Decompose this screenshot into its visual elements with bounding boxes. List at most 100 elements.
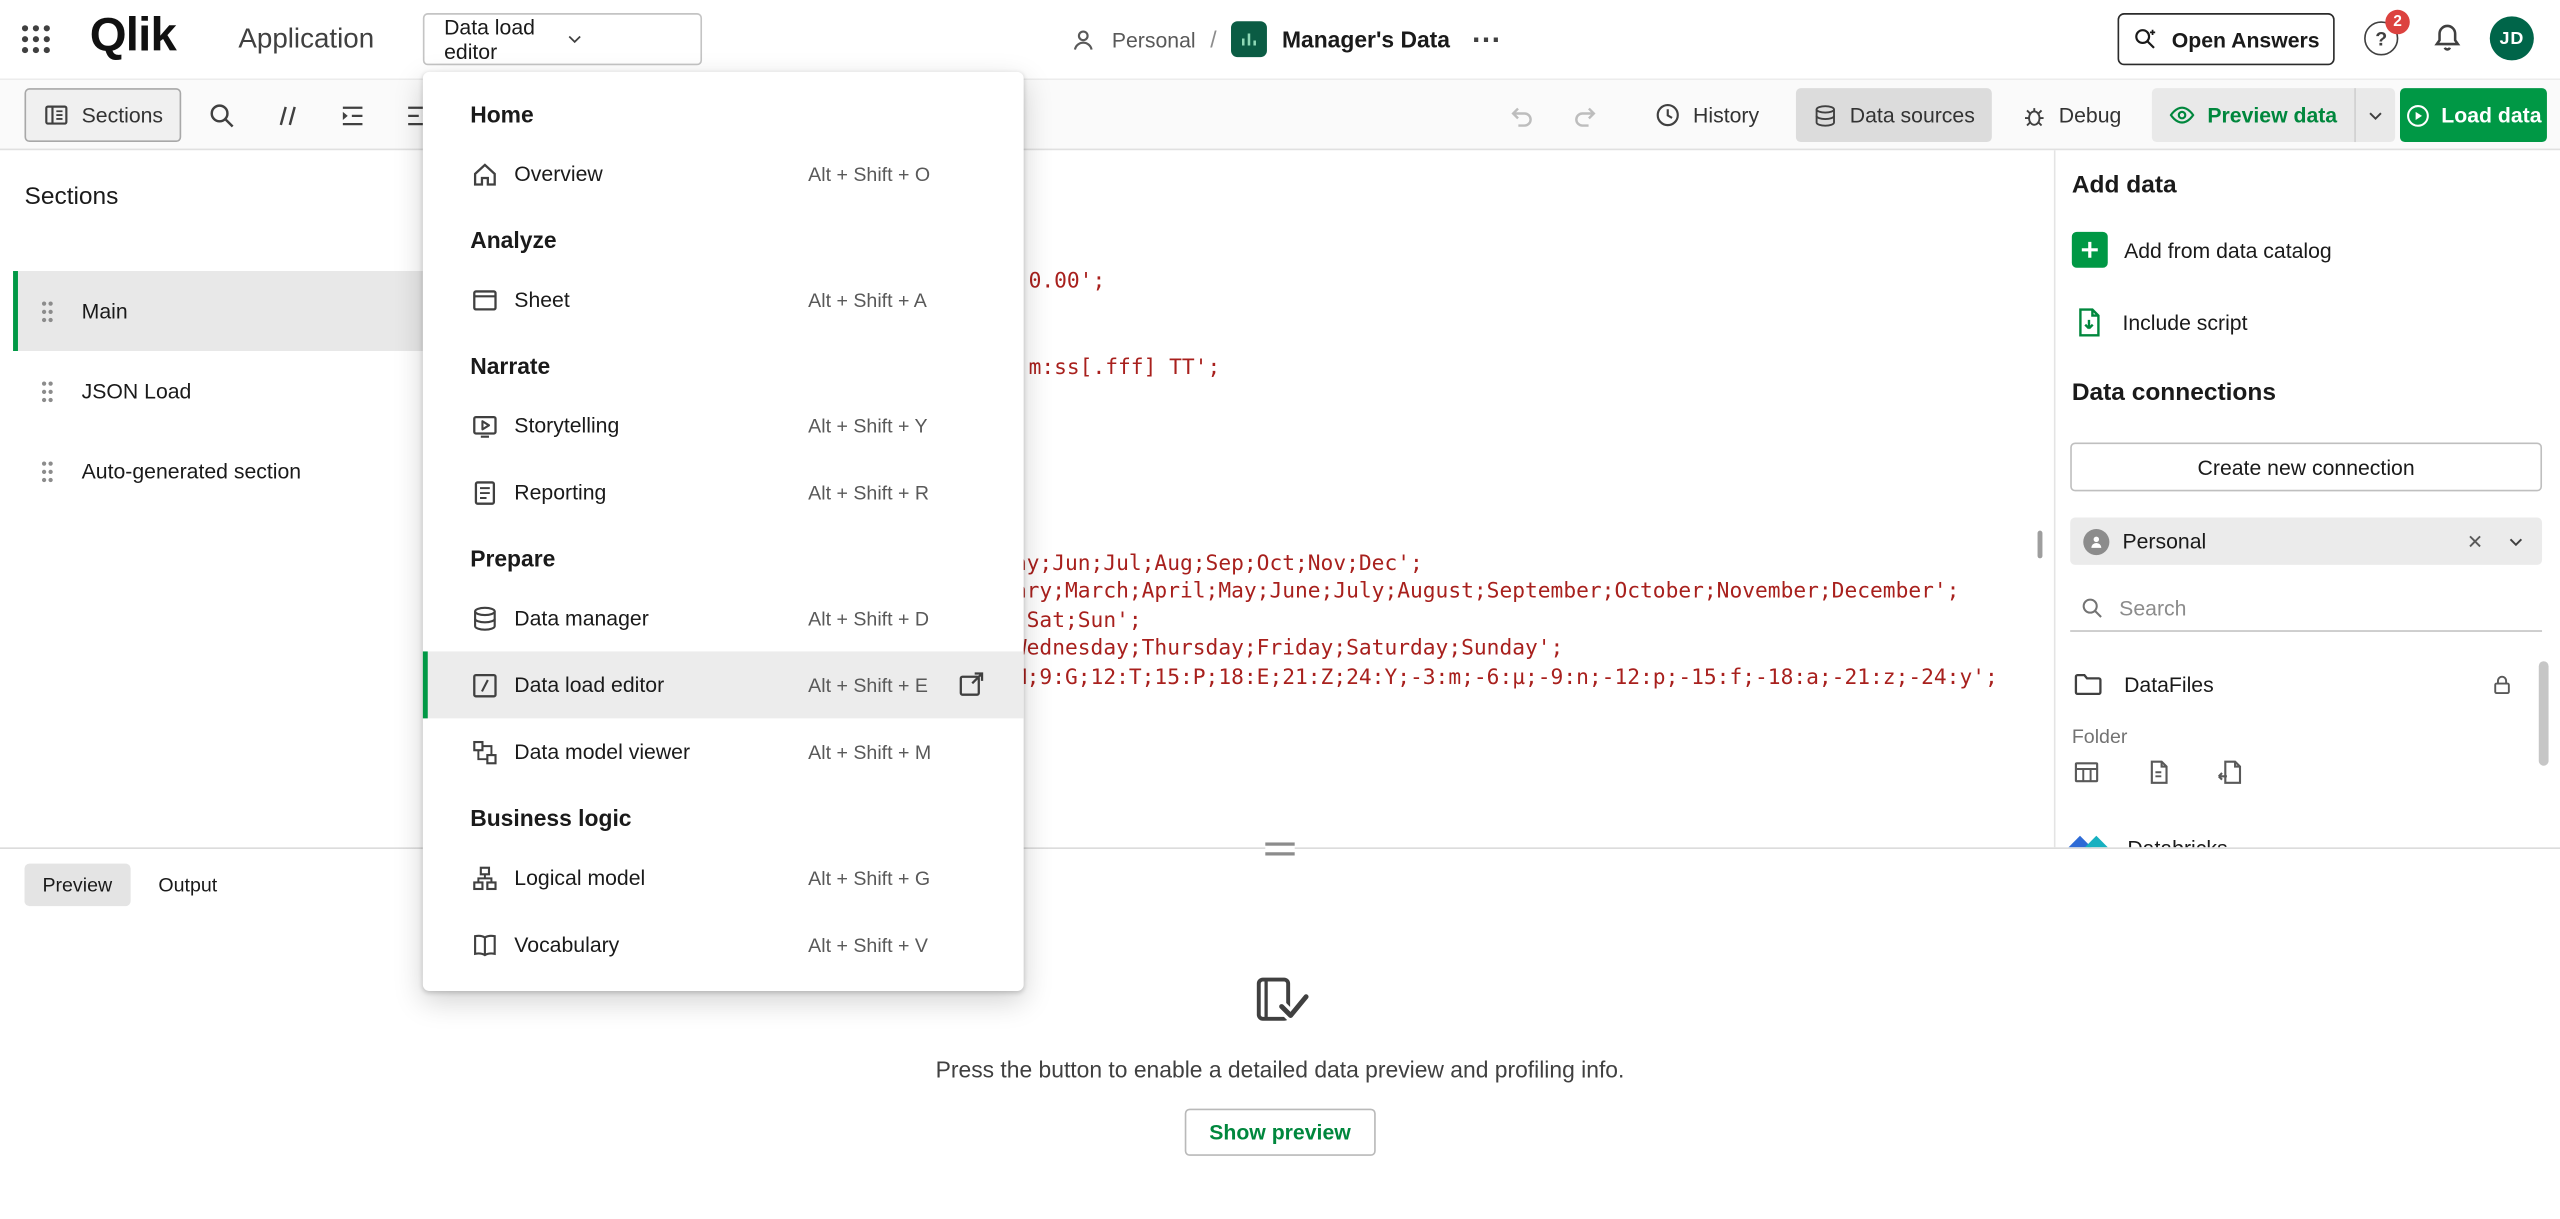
menu-item-data-model-viewer[interactable]: Data model viewer Alt + Shift + M (423, 718, 1024, 785)
top-bar: Qlik Application Data load editor Person… (0, 0, 2560, 78)
open-answers-label: Open Answers (2172, 27, 2320, 51)
menu-item-storytelling[interactable]: Storytelling Alt + Shift + Y (423, 392, 1024, 459)
code-line: ;Sat;Sun'; (1014, 607, 1142, 635)
person-circle-icon (2083, 528, 2109, 554)
create-connection-button[interactable]: Create new connection (2070, 442, 2542, 491)
add-from-catalog-label: Add from data catalog (2124, 238, 2332, 262)
preview-eye-icon (2168, 101, 2196, 129)
section-row-label: Auto-generated section (82, 459, 301, 483)
preview-panel: Preview Output Press the button to enabl… (0, 847, 2560, 1219)
logical-model-icon (470, 863, 499, 892)
avatar[interactable]: JD (2490, 16, 2534, 60)
menu-item-shortcut: Alt + Shift + Y (808, 414, 927, 437)
sections-toggle-button[interactable]: Sections (24, 88, 181, 142)
menu-item-label: Data manager (514, 606, 649, 630)
comment-toggle-icon[interactable] (273, 101, 302, 130)
menu-item-data-load-editor[interactable]: Data load editor Alt + Shift + E (423, 651, 1024, 718)
space-filter-value: Personal (2122, 529, 2466, 553)
load-data-button[interactable]: Load data (2400, 88, 2547, 142)
help-glyph: ? (2375, 27, 2387, 50)
menu-item-sheet[interactable]: Sheet Alt + Shift + A (423, 266, 1024, 333)
section-row-label: JSON Load (82, 379, 192, 403)
chevron-down-icon[interactable] (2506, 531, 2526, 551)
drag-handle-icon[interactable] (41, 300, 54, 323)
menu-item-label: Logical model (514, 865, 645, 889)
data-load-editor-icon (470, 670, 499, 699)
menu-item-label: Data load editor (514, 673, 664, 697)
search-icon (2080, 595, 2104, 619)
load-play-icon (2405, 102, 2431, 128)
history-button[interactable]: History (1638, 88, 1776, 142)
app-root: Qlik Application Data load editor Person… (0, 0, 2560, 1219)
breadcrumb-app-name[interactable]: Manager's Data (1282, 26, 1450, 52)
code-line: 0.00'; (1029, 268, 1106, 296)
undo-icon[interactable] (1505, 101, 1534, 130)
indent-icon[interactable] (338, 101, 367, 130)
view-selector[interactable]: Data load editor (423, 13, 702, 65)
add-from-catalog-button[interactable]: Add from data catalog (2056, 222, 2560, 278)
include-script-label: Include script (2122, 309, 2247, 333)
menu-item-label: Sheet (514, 287, 569, 311)
menu-group-header: Analyze (423, 207, 1024, 266)
menu-item-vocabulary[interactable]: Vocabulary Alt + Shift + V (423, 911, 1024, 978)
plus-icon (2072, 232, 2108, 268)
preview-data-caret[interactable] (2355, 88, 2394, 142)
space-filter-select[interactable]: Personal ✕ (2070, 518, 2542, 565)
connection-type: Folder (2072, 725, 2128, 748)
section-row-auto-generated[interactable]: Auto-generated section (13, 431, 490, 511)
data-sources-label: Data sources (1850, 103, 1975, 127)
include-script-button[interactable]: Include script (2056, 294, 2560, 350)
data-sources-icon (1812, 102, 1838, 128)
debug-button[interactable]: Debug (2005, 88, 2138, 142)
search-input[interactable] (2119, 595, 2542, 619)
clear-filter-icon[interactable]: ✕ (2467, 530, 2483, 553)
debug-bug-icon (2021, 102, 2047, 128)
breadcrumb-space[interactable]: Personal (1112, 27, 1196, 51)
menu-item-shortcut: Alt + Shift + R (808, 481, 929, 504)
tab-preview[interactable]: Preview (24, 864, 130, 906)
edit-script-icon[interactable] (2216, 758, 2245, 787)
menu-item-data-manager[interactable]: Data manager Alt + Shift + D (423, 584, 1024, 651)
menu-item-logical-model[interactable]: Logical model Alt + Shift + G (423, 844, 1024, 911)
menu-item-overview[interactable]: Overview Alt + Shift + O (423, 140, 1024, 207)
preview-data-label: Preview data (2207, 103, 2337, 127)
navigation-menu: Home Overview Alt + Shift + O Analyze Sh… (423, 72, 1024, 991)
menu-item-reporting[interactable]: Reporting Alt + Shift + R (423, 459, 1024, 526)
menu-group-header: Business logic (423, 785, 1024, 844)
section-row-main[interactable]: Main (13, 271, 490, 351)
open-in-new-icon[interactable] (957, 669, 986, 698)
code-line: m:ss[.fff] TT'; (1029, 354, 1221, 382)
menu-group-header: Prepare (423, 526, 1024, 585)
data-connections-title: Data connections (2072, 379, 2276, 407)
bell-icon[interactable] (2431, 21, 2464, 54)
redo-icon[interactable] (1572, 101, 1601, 130)
qlik-logo: Qlik (90, 10, 176, 64)
splitter-handle[interactable] (1265, 842, 1294, 855)
connection-row-databricks[interactable]: Databricks (2056, 821, 2560, 847)
open-answers-button[interactable]: Open Answers (2118, 13, 2335, 65)
drag-handle-icon[interactable] (41, 460, 54, 483)
more-icon[interactable]: ⋯ (1465, 22, 1509, 56)
history-clock-icon (1654, 101, 1682, 129)
show-preview-button[interactable]: Show preview (1185, 1109, 1376, 1156)
data-sources-toggle[interactable]: Data sources (1796, 88, 1991, 142)
sheet-icon (470, 285, 499, 314)
section-row-json-load[interactable]: JSON Load (13, 351, 490, 431)
panel-resize-grip[interactable] (2038, 531, 2043, 559)
connection-logo-icon (2072, 834, 2108, 847)
app-type-label: Application (238, 23, 374, 56)
storytelling-icon (470, 411, 499, 440)
insert-script-icon[interactable] (2144, 758, 2173, 787)
select-data-icon[interactable] (2072, 758, 2101, 787)
tab-output[interactable]: Output (140, 864, 235, 906)
search-icon[interactable] (207, 101, 236, 130)
drag-handle-icon[interactable] (41, 380, 54, 403)
preview-data-button[interactable]: Preview data (2152, 88, 2354, 142)
launcher-grid-icon[interactable] (20, 23, 53, 56)
sections-panel-icon (42, 101, 70, 129)
right-panel-scrollbar[interactable] (2539, 661, 2549, 765)
connection-row-datafiles[interactable]: DataFiles (2056, 658, 2560, 710)
vocabulary-icon (470, 930, 499, 959)
connections-search (2070, 584, 2542, 631)
menu-item-shortcut: Alt + Shift + G (808, 866, 930, 889)
